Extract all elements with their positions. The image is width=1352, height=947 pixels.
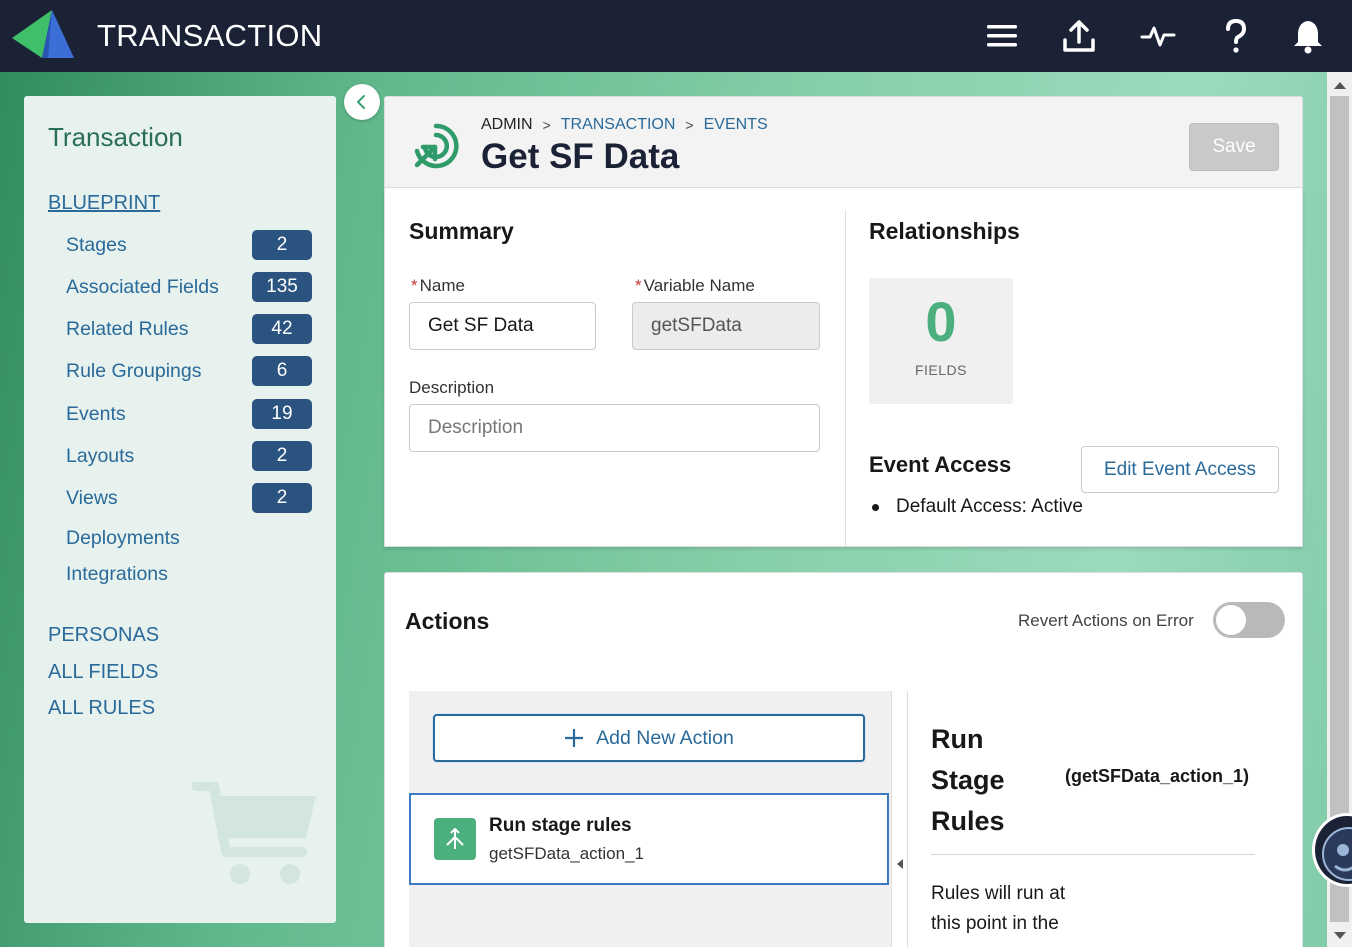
sidebar-item-label: Associated Fields (66, 275, 219, 298)
caret-left-icon (897, 859, 903, 869)
help-icon[interactable] (1218, 18, 1254, 54)
scroll-down-icon[interactable] (1334, 932, 1346, 939)
relationships-heading: Relationships (869, 218, 1020, 244)
divider (931, 854, 1255, 855)
chevron-left-icon (357, 95, 365, 109)
action-detail-description: Rules will run at this point in the (931, 883, 1066, 934)
sidebar-item-label: Stages (66, 233, 127, 256)
run-stage-rules-icon (434, 818, 476, 860)
add-new-action-button[interactable]: Add New Action (433, 714, 865, 762)
collapse-sidebar-button[interactable] (344, 84, 380, 120)
count-badge: 42 (252, 314, 312, 344)
count-badge: 2 (252, 441, 312, 471)
action-variable: getSFData_action_1 (489, 844, 644, 863)
fields-count-tile[interactable]: 0 FIELDS (869, 278, 1013, 404)
sidebar-section-blueprint[interactable]: BLUEPRINT (48, 192, 160, 215)
breadcrumb-separator-icon: > (542, 117, 551, 133)
sidebar-section-all-rules[interactable]: ALL RULES (48, 697, 155, 720)
actions-card: Actions Revert Actions on Error Add New … (384, 572, 1303, 947)
toggle-knob (1216, 605, 1246, 635)
save-button[interactable]: Save (1189, 123, 1279, 171)
menu-icon[interactable] (984, 18, 1020, 54)
action-detail-variable: (getSFData_action_1) (1065, 766, 1250, 786)
description-label: Description (409, 378, 495, 397)
page-title: Get SF Data (481, 137, 680, 176)
sidebar-item-events[interactable]: Events 19 (66, 399, 312, 429)
sidebar-item-deployments[interactable]: Deployments (66, 523, 312, 553)
breadcrumb: ADMIN > TRANSACTION > EVENTS (481, 116, 768, 134)
variable-name-label: * Variable Name (635, 276, 755, 295)
summary-heading: Summary (409, 218, 514, 244)
sidebar-item-stages[interactable]: Stages 2 (66, 230, 312, 260)
breadcrumb-admin: ADMIN (481, 116, 533, 133)
count-badge: 2 (252, 230, 312, 260)
name-field[interactable] (409, 302, 596, 350)
action-detail-title: Run Stage Rules (931, 724, 1005, 836)
event-access-list: Default Access: Active (869, 496, 1083, 518)
add-new-action-label: Add New Action (596, 726, 734, 749)
sidebar-item-label: Layouts (66, 444, 135, 467)
activity-icon[interactable] (1140, 18, 1176, 54)
required-marker: * (635, 276, 642, 295)
description-field[interactable] (409, 404, 820, 452)
breadcrumb-transaction[interactable]: TRANSACTION (561, 116, 676, 134)
app-logo-icon (12, 10, 74, 58)
required-marker: * (411, 276, 418, 295)
sidebar-item-views[interactable]: Views 2 (66, 483, 312, 513)
action-title: Run stage rules (489, 815, 632, 836)
sidebar-item-label: Deployments (66, 526, 180, 549)
cart-icon (192, 782, 316, 884)
top-bar: TRANSACTION (0, 0, 1352, 72)
sidebar-item-label: Views (66, 486, 118, 509)
bell-icon[interactable] (1290, 18, 1326, 54)
bullet-icon (872, 503, 879, 511)
summary-card: Summary *Name *Variable Name Description… (384, 188, 1303, 547)
sidebar-item-label: Events (66, 402, 126, 425)
edit-event-access-button[interactable]: Edit Event Access (1081, 446, 1279, 493)
app-title: TRANSACTION (97, 18, 323, 53)
scroll-up-icon[interactable] (1334, 82, 1346, 89)
actions-list: Add New Action Run stage rules getSFData… (409, 691, 891, 947)
actions-heading: Actions (405, 608, 490, 634)
count-badge: 2 (252, 483, 312, 513)
page-header: ADMIN > TRANSACTION > EVENTS Get SF Data… (384, 96, 1303, 188)
sidebar-item-rule-groupings[interactable]: Rule Groupings 6 (66, 356, 312, 386)
sidebar-item-label: Rule Groupings (66, 359, 202, 382)
sidebar-section-personas[interactable]: PERSONAS (48, 624, 159, 647)
panel-splitter[interactable] (891, 691, 908, 947)
event-access-heading: Event Access (869, 452, 1012, 477)
sidebar-item-associated-fields[interactable]: Associated Fields 135 (66, 272, 312, 302)
sidebar-item-label: Integrations (66, 562, 168, 585)
assistant-bot-icon[interactable] (1312, 813, 1352, 887)
action-list-item[interactable]: Run stage rules getSFData_action_1 (409, 793, 889, 885)
sidebar-item-label: Related Rules (66, 317, 189, 340)
variable-name-field (632, 302, 820, 350)
sidebar-title: Transaction (48, 122, 183, 152)
name-label: * Name (411, 276, 465, 295)
sidebar-item-related-rules[interactable]: Related Rules 42 (66, 314, 312, 344)
breadcrumb-separator-icon: > (685, 117, 694, 133)
column-divider (845, 210, 846, 547)
fields-count-label: FIELDS (914, 362, 967, 378)
sidebar-item-layouts[interactable]: Layouts 2 (66, 441, 312, 471)
count-badge: 6 (252, 356, 312, 386)
revert-actions-label: Revert Actions on Error (1018, 611, 1194, 630)
sidebar-item-integrations[interactable]: Integrations (66, 559, 312, 589)
count-badge: 19 (252, 399, 312, 429)
upload-icon[interactable] (1061, 18, 1097, 54)
count-badge: 135 (252, 272, 312, 302)
scroll-thumb[interactable] (1330, 96, 1349, 922)
sidebar: Transaction BLUEPRINT Stages 2 Associate… (24, 96, 336, 923)
event-target-icon (414, 123, 459, 169)
sidebar-section-all-fields[interactable]: ALL FIELDS (48, 661, 158, 684)
breadcrumb-events[interactable]: EVENTS (704, 116, 768, 134)
plus-icon (565, 729, 584, 747)
event-access-item: Default Access: Active (896, 496, 1083, 517)
fields-count: 0 (925, 290, 957, 353)
revert-actions-toggle[interactable] (1213, 602, 1285, 638)
